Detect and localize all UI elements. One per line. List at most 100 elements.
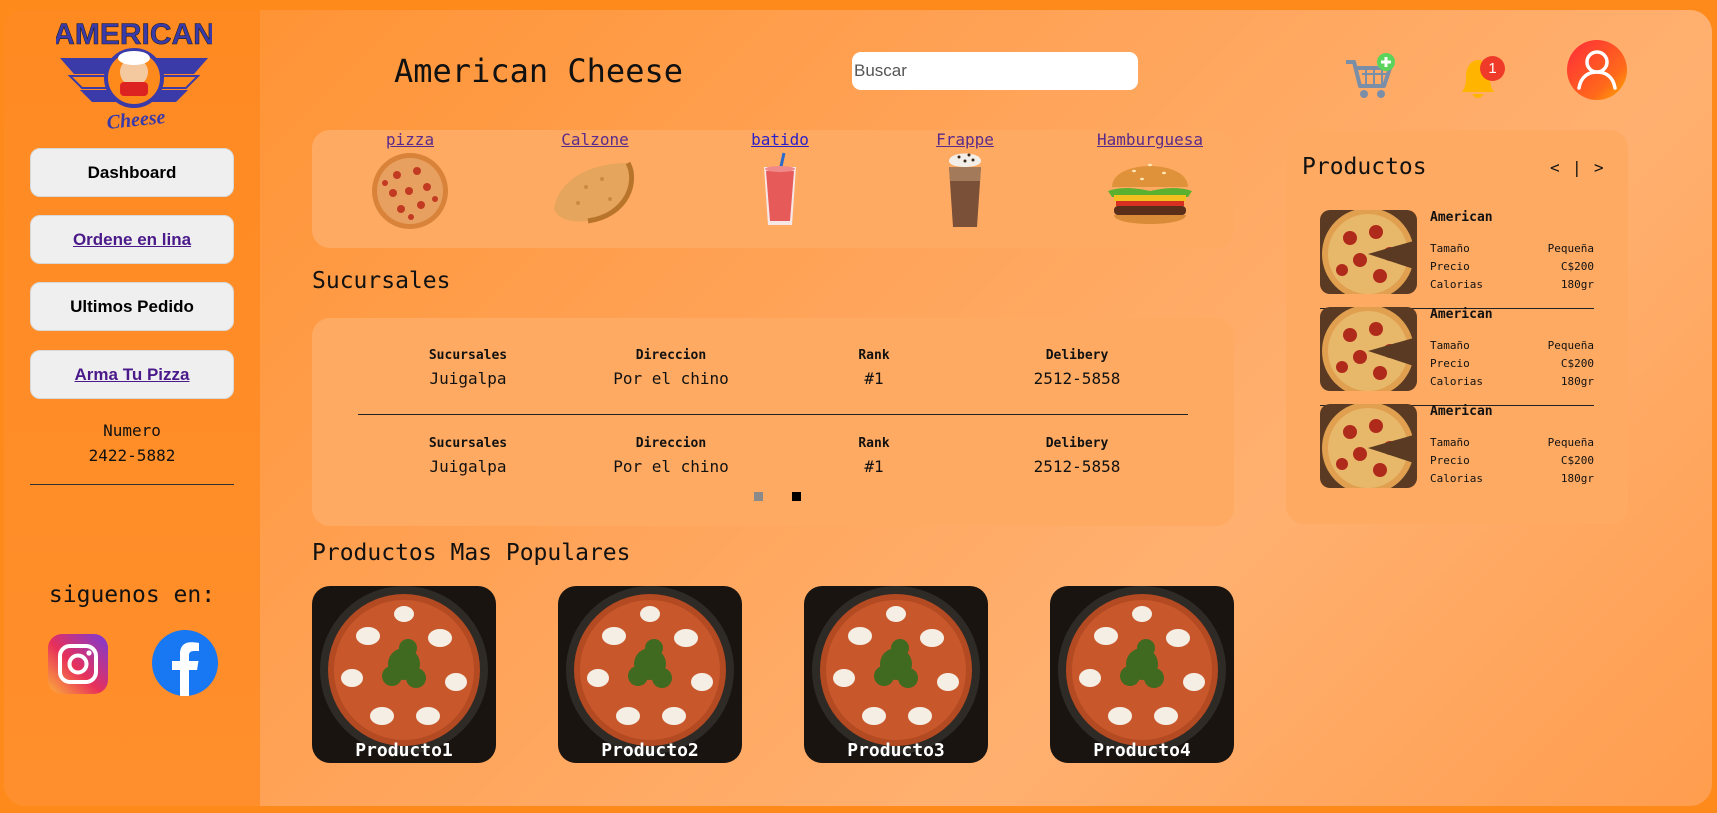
app-frame: AMERICAN Cheese Dashboard Ordene en lina… <box>4 10 1712 806</box>
carousel-dot-1[interactable] <box>754 492 763 501</box>
sucursal-cell: Sucursales Juigalpa <box>393 436 543 476</box>
price-label: Precio <box>1430 260 1470 273</box>
category-link-calzone[interactable]: Calzone <box>561 130 628 149</box>
col-header: Direccion <box>635 436 707 451</box>
category-batido[interactable]: batido <box>705 130 855 231</box>
direccion-cell: Direccion Por el chino <box>596 436 746 476</box>
notifications-button[interactable]: 1 <box>1454 52 1506 104</box>
cell-value: Juigalpa <box>429 369 507 388</box>
rank-cell: Rank #1 <box>799 348 949 388</box>
dashboard-button[interactable]: Dashboard <box>30 148 234 197</box>
categories-panel: pizza Calzone batido Frappe Hamburguesa <box>312 130 1234 248</box>
pizza-icon <box>372 153 448 229</box>
frappe-icon <box>949 153 981 227</box>
product-name: Producto4 <box>1093 740 1191 761</box>
cart-icon[interactable] <box>1344 52 1396 102</box>
ultimos-pedido-button[interactable]: Ultimos Pedido <box>30 282 234 331</box>
col-header: Rank <box>858 436 890 451</box>
col-header: Rank <box>858 348 890 363</box>
product-size-row: Tamaño Pequeña <box>1430 242 1594 255</box>
product-card-1[interactable]: Producto1 <box>312 586 496 763</box>
svg-text:Cheese: Cheese <box>106 106 167 130</box>
size-value: Pequeña <box>1547 339 1594 352</box>
american-cheese-logo[interactable]: AMERICAN Cheese <box>56 14 212 130</box>
product-list-item[interactable]: American Tamaño Pequeña Precio C$200 Calor… <box>1320 404 1594 494</box>
sucursales-carousel: Sucursales Juigalpa Direccion Por el chi… <box>312 318 1234 526</box>
pizza-image <box>1058 586 1226 754</box>
category-calzone[interactable]: Calzone <box>520 130 670 231</box>
user-icon <box>1577 50 1617 90</box>
col-header: Sucursales <box>428 348 508 363</box>
pizza-image <box>320 586 488 754</box>
price-label: Precio <box>1430 357 1470 370</box>
cell-value: #1 <box>864 369 884 388</box>
pizza-image <box>566 586 734 754</box>
cell-value: 2512-5858 <box>1033 369 1121 388</box>
calzone-icon <box>554 161 635 224</box>
col-header: Sucursales <box>428 436 508 451</box>
product-price-row: Precio C$200 <box>1430 260 1594 273</box>
productos-title: Productos <box>1302 154 1427 180</box>
product-list-item[interactable]: American Tamaño Pequeña Precio C$200 Calor… <box>1320 307 1594 397</box>
productos-panel: Productos < | > American Tamaño Pequeña P… <box>1286 130 1628 524</box>
product-name: American <box>1430 404 1493 419</box>
arma-tu-pizza-button[interactable]: Arma Tu Pizza <box>30 350 234 399</box>
product-card-4[interactable]: Producto4 <box>1050 586 1234 763</box>
col-header: Delibery <box>1045 436 1109 451</box>
direccion-cell: Direccion Por el chino <box>596 348 746 388</box>
size-label: Tamaño <box>1430 242 1470 255</box>
row-divider <box>358 414 1188 415</box>
rank-cell: Rank #1 <box>799 436 949 476</box>
prev-button[interactable]: < <box>1550 158 1560 177</box>
category-pizza[interactable]: pizza <box>335 130 485 231</box>
page-title: American Cheese <box>394 52 683 90</box>
carousel-dot-2[interactable] <box>792 492 801 501</box>
product-name: Producto1 <box>355 740 453 761</box>
category-link-frappe[interactable]: Frappe <box>936 130 994 149</box>
search-input[interactable] <box>852 52 1138 90</box>
product-card-2[interactable]: Producto2 <box>558 586 742 763</box>
product-price-row: Precio C$200 <box>1430 357 1594 370</box>
facebook-icon[interactable] <box>152 630 218 696</box>
cell-value: Por el chino <box>613 457 729 476</box>
product-thumbnail <box>1320 404 1417 488</box>
category-link-pizza[interactable]: pizza <box>386 130 434 149</box>
product-name: American <box>1430 210 1493 225</box>
cell-value: Juigalpa <box>429 457 507 476</box>
category-frappe[interactable]: Frappe <box>890 130 1040 231</box>
instagram-icon[interactable] <box>48 634 108 694</box>
numero-label: Numero <box>103 421 161 440</box>
size-label: Tamaño <box>1430 436 1470 449</box>
cell-value: 2512-5858 <box>1033 457 1121 476</box>
next-button[interactable]: > <box>1594 158 1604 177</box>
product-calories-row: Calorias 180gr <box>1430 472 1594 485</box>
numero-value: 2422-5882 <box>88 446 176 465</box>
calories-value: 180gr <box>1560 375 1594 388</box>
product-name: American <box>1430 307 1493 322</box>
price-value: C$200 <box>1560 357 1594 370</box>
col-header: Delibery <box>1045 348 1109 363</box>
notification-badge: 1 <box>1480 56 1505 81</box>
product-list-item[interactable]: American Tamaño Pequeña Precio C$200 Calor… <box>1320 210 1594 300</box>
size-value: Pequeña <box>1547 242 1594 255</box>
category-link-batido[interactable]: batido <box>751 130 809 149</box>
pizza-image <box>812 586 980 754</box>
category-hamburguesa[interactable]: Hamburguesa <box>1075 130 1225 231</box>
size-label: Tamaño <box>1430 339 1470 352</box>
price-value: C$200 <box>1560 454 1594 467</box>
delibery-cell: Delibery 2512-5858 <box>1002 348 1152 388</box>
product-thumbnail <box>1320 210 1417 294</box>
product-size-row: Tamaño Pequeña <box>1430 339 1594 352</box>
col-header: Direccion <box>635 348 707 363</box>
sidebar-divider <box>30 484 234 485</box>
siguenos-label: siguenos en: <box>48 582 216 608</box>
product-size-row: Tamaño Pequeña <box>1430 436 1594 449</box>
ordene-en-linea-button[interactable]: Ordene en lina <box>30 215 234 264</box>
user-avatar[interactable] <box>1567 40 1627 100</box>
price-label: Precio <box>1430 454 1470 467</box>
product-card-3[interactable]: Producto3 <box>804 586 988 763</box>
category-link-hamburguesa[interactable]: Hamburguesa <box>1097 130 1203 149</box>
size-value: Pequeña <box>1547 436 1594 449</box>
product-price-row: Precio C$200 <box>1430 454 1594 467</box>
calories-value: 180gr <box>1560 278 1594 291</box>
